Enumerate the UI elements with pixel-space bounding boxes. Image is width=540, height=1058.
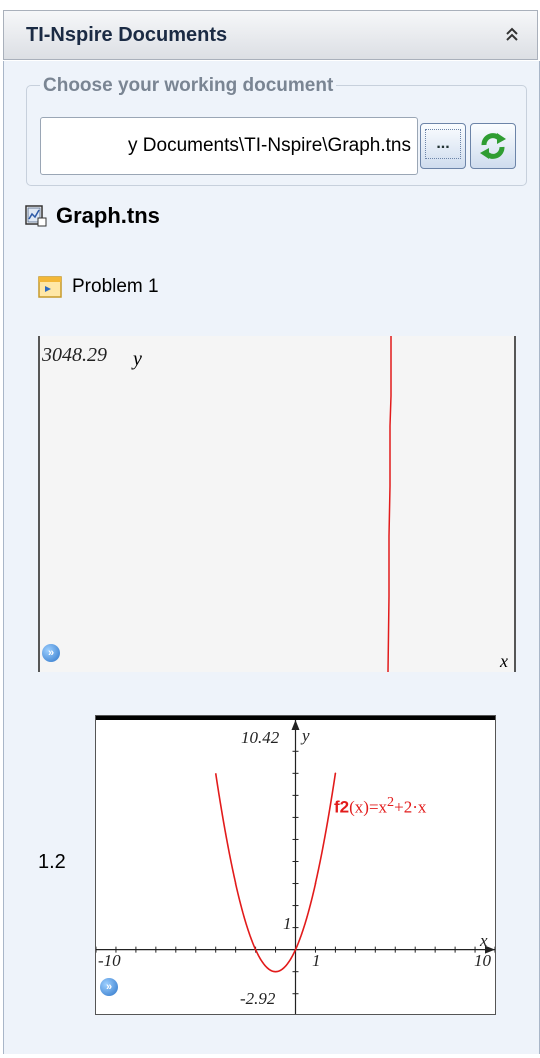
page-number: 1.2 bbox=[38, 851, 66, 873]
expand-icon[interactable]: » bbox=[42, 644, 60, 662]
data-point bbox=[314, 882, 317, 885]
data-point bbox=[294, 948, 297, 951]
y-axis-label: y bbox=[302, 726, 310, 745]
page-1-1-y-max: 3048.29 bbox=[42, 344, 107, 366]
problem-name: Problem 1 bbox=[72, 276, 159, 297]
expand-icon-page-1-2[interactable]: » bbox=[100, 978, 118, 996]
page-1-2-top-bar bbox=[96, 716, 495, 720]
ti-nspire-documents-panel: TI-Nspire Documents Choose your working … bbox=[0, 0, 540, 1058]
page-1-1-thumbnail[interactable]: 3048.29 y x » bbox=[38, 336, 516, 672]
data-point bbox=[224, 833, 227, 835]
data-point bbox=[274, 970, 277, 973]
refresh-button[interactable] bbox=[470, 123, 516, 169]
document-name: Graph.tns bbox=[56, 203, 160, 228]
page-1-1-graph bbox=[38, 336, 516, 672]
browse-button[interactable]: ... bbox=[420, 123, 466, 169]
problem-tree-item[interactable]: Problem 1 bbox=[38, 271, 159, 303]
panel-title: TI-Nspire Documents bbox=[26, 24, 228, 46]
x-tick-label: 1 bbox=[312, 951, 321, 970]
x-axis-label: x bbox=[480, 931, 488, 950]
working-document-legend: Choose your working document bbox=[40, 75, 337, 97]
y-min-label: -2.92 bbox=[240, 989, 276, 1008]
x-min-label: -10 bbox=[98, 951, 121, 970]
y-axis-arrow bbox=[291, 720, 300, 730]
page-1-1-function-curve bbox=[387, 336, 392, 672]
refresh-icon bbox=[480, 133, 506, 159]
document-path-value: y Documents\TI-Nspire\Graph.tns bbox=[128, 135, 411, 156]
function-curve bbox=[214, 773, 337, 973]
function-arg: (x)=x bbox=[349, 797, 388, 817]
panel-header[interactable]: TI-Nspire Documents bbox=[3, 10, 538, 60]
data-point bbox=[334, 772, 337, 775]
page-1-1-x-label: x bbox=[500, 651, 508, 671]
browse-button-label: ... bbox=[436, 135, 450, 152]
page-1-2-thumbnail[interactable]: 10.42 y 1 x -10 1 10 -2.92 f2(x)=x2+2·x … bbox=[95, 715, 496, 1015]
page-1-2-graph bbox=[96, 716, 495, 1014]
x-max-label: 10 bbox=[474, 951, 491, 970]
document-tree-item[interactable]: Graph.tns bbox=[24, 200, 160, 232]
data-point bbox=[234, 882, 237, 885]
problem-icon bbox=[38, 276, 62, 298]
page-1-1-y-label: y bbox=[133, 348, 142, 370]
function-name: f2 bbox=[334, 797, 350, 817]
y-tick-label: 1 bbox=[283, 914, 292, 933]
document-path-input[interactable]: y Documents\TI-Nspire\Graph.tns bbox=[40, 117, 418, 175]
y-max-label: 10.42 bbox=[241, 728, 280, 747]
function-label: f2(x)=x2+2·x bbox=[334, 794, 426, 818]
data-point bbox=[254, 948, 257, 951]
double-chevron-up-icon[interactable] bbox=[501, 23, 523, 45]
document-icon bbox=[25, 205, 47, 227]
function-rest: +2·x bbox=[394, 797, 427, 817]
